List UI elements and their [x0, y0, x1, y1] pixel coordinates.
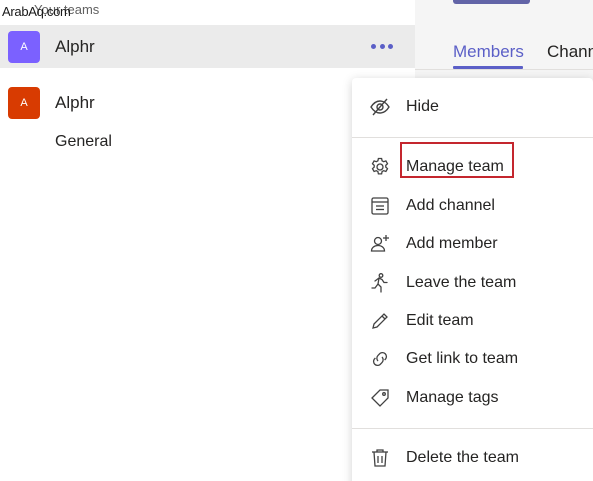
menu-item-add-channel[interactable]: Add channel — [352, 188, 593, 224]
link-icon — [369, 348, 391, 370]
menu-item-label: Add channel — [406, 197, 495, 214]
menu-item-get-link[interactable]: Get link to team — [352, 341, 593, 377]
hide-icon — [369, 96, 391, 118]
menu-item-label: Edit team — [406, 312, 474, 329]
menu-item-manage-team[interactable]: Manage team — [352, 142, 593, 185]
leave-icon — [369, 272, 391, 294]
menu-item-add-member[interactable]: Add member — [352, 226, 593, 262]
menu-item-label: Get link to team — [406, 350, 519, 367]
team-avatar-initial: A — [20, 97, 28, 109]
menu-divider — [352, 428, 593, 429]
team-row-alphr-selected[interactable]: A Alphr — [0, 25, 415, 68]
menu-item-edit-team[interactable]: Edit team — [352, 303, 593, 339]
team-avatar-initial: A — [20, 40, 28, 53]
tab-members[interactable]: Members — [453, 42, 524, 62]
more-options-icon[interactable] — [371, 36, 393, 56]
team-name: Alphr — [55, 93, 95, 112]
menu-item-label: Leave the team — [406, 274, 517, 291]
menu-item-hide[interactable]: Hide — [352, 89, 593, 125]
team-name: Alphr — [55, 36, 95, 56]
tag-icon — [369, 387, 391, 409]
menu-item-label: Delete the team — [406, 449, 519, 466]
tab-channels[interactable]: Channels — [547, 42, 593, 62]
channel-item-general[interactable]: General — [55, 133, 112, 151]
primary-action-button[interactable] — [453, 0, 530, 4]
tabs-divider — [415, 69, 593, 70]
team-avatar: A — [8, 87, 40, 119]
team-context-menu: Hide Manage team Add channel Add member … — [352, 78, 593, 481]
menu-item-label: Hide — [406, 98, 439, 115]
team-avatar: A — [8, 30, 40, 63]
gear-icon — [369, 156, 391, 178]
add-member-icon — [369, 233, 391, 255]
menu-item-label: Add member — [406, 235, 498, 252]
add-channel-icon — [369, 195, 391, 217]
menu-item-leave-team[interactable]: Leave the team — [352, 265, 593, 301]
menu-divider — [352, 137, 593, 138]
watermark: ArabAq.com — [2, 4, 71, 19]
trash-icon — [369, 447, 391, 469]
menu-item-delete-team[interactable]: Delete the team — [352, 440, 593, 476]
highlight-annotation — [400, 142, 514, 178]
pencil-icon — [369, 310, 391, 332]
menu-item-label: Manage tags — [406, 389, 499, 406]
menu-item-manage-tags[interactable]: Manage tags — [352, 380, 593, 416]
